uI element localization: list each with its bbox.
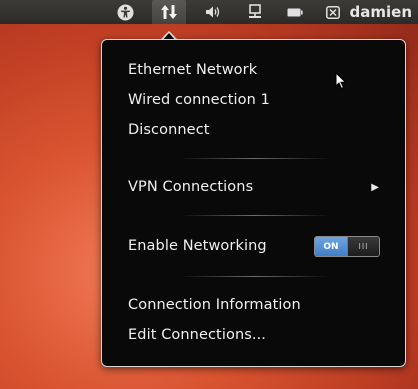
network-indicator-icon[interactable] [152,0,186,24]
username-label[interactable]: damien [350,0,412,24]
menu-item-edit-connections[interactable]: Edit Connections... [128,322,393,348]
toggle-on-label: ON [315,237,347,256]
menu-item-connection-information[interactable]: Connection Information [128,292,393,318]
menu-item-wired-connection[interactable]: Wired connection 1 [128,87,393,113]
session-icon[interactable] [324,0,342,24]
accessibility-icon[interactable] [114,0,136,24]
menu-separator [180,215,330,216]
top-panel: damien [0,0,418,24]
mouse-pointer-icon [335,72,347,90]
menu-item-ethernet-network: Ethernet Network [128,62,258,78]
menu-separator [180,276,330,277]
menu-item-vpn-connections[interactable]: VPN Connections ▶ [128,174,393,200]
battery-icon[interactable] [284,0,306,24]
network-menu: Ethernet Network Wired connection 1 Disc… [101,39,406,367]
menu-item-disconnect[interactable]: Disconnect [128,117,393,143]
menu-item-vpn-label: VPN Connections [128,179,254,195]
toggle-knob[interactable]: III [347,237,379,256]
enable-networking-toggle[interactable]: ON III [314,236,380,257]
submenu-arrow-icon: ▶ [371,181,379,193]
volume-icon[interactable] [202,0,224,24]
menu-separator [180,158,330,159]
wired-network-icon[interactable] [244,0,266,24]
